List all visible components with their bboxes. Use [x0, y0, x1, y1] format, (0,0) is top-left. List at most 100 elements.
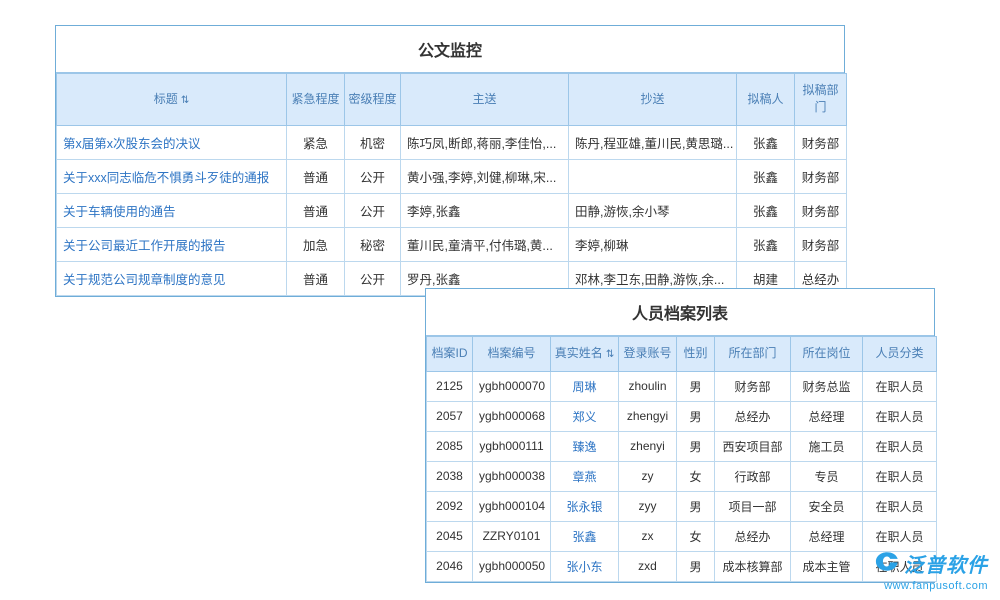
personnel-table-body: 2125ygbh000070周琳zhoulin男财务部财务总监在职人员2057y… [427, 371, 937, 581]
cell: 在职人员 [863, 521, 937, 551]
column-header-1[interactable]: 标题⇅ [57, 74, 287, 126]
cell: 行政部 [715, 461, 791, 491]
table-row[interactable]: 2092ygbh000104张永银zyy男项目一部安全员在职人员 [427, 491, 937, 521]
cell: 在职人员 [863, 401, 937, 431]
cell: 2038 [427, 461, 473, 491]
cell: ygbh000070 [473, 371, 551, 401]
doc-table-head: 标题⇅紧急程度密级程度主送抄送拟稿人拟稿部门 [57, 74, 847, 126]
fanpu-logo: 泛普软件 www.fanpusoft.com [875, 549, 988, 592]
column-header-6: 所在部门 [715, 337, 791, 372]
cell: 机密 [345, 125, 401, 159]
cell: zhoulin [619, 371, 677, 401]
person-name-link[interactable]: 张鑫 [551, 521, 619, 551]
cell: 陈丹,程亚雄,董川民,黄思璐... [569, 125, 737, 159]
table-row[interactable]: 2045ZZRY0101张鑫zx女总经办总经理在职人员 [427, 521, 937, 551]
column-header-2: 档案编号 [473, 337, 551, 372]
sort-icon[interactable]: ⇅ [606, 349, 614, 360]
column-header-4: 登录账号 [619, 337, 677, 372]
cell: 总经理 [791, 401, 863, 431]
doc-panel-title: 公文监控 [56, 26, 844, 73]
cell: 成本核算部 [715, 551, 791, 581]
doc-monitor-table: 标题⇅紧急程度密级程度主送抄送拟稿人拟稿部门 第x届第x次股东会的决议紧急机密陈… [56, 73, 847, 296]
cell: 加急 [287, 227, 345, 261]
doc-title-link[interactable]: 关于公司最近工作开展的报告 [57, 227, 287, 261]
cell: 财务部 [795, 159, 847, 193]
cell: 田静,游恢,余小琴 [569, 193, 737, 227]
column-header-7: 所在岗位 [791, 337, 863, 372]
column-header-1: 档案ID [427, 337, 473, 372]
column-header-7: 拟稿部门 [795, 74, 847, 126]
cell: 在职人员 [863, 491, 937, 521]
logo-url: www.fanpusoft.com [875, 580, 988, 592]
person-name-link[interactable]: 郑义 [551, 401, 619, 431]
table-row[interactable]: 关于车辆使用的通告普通公开李婷,张鑫田静,游恢,余小琴张鑫财务部 [57, 193, 847, 227]
cell: 公开 [345, 193, 401, 227]
cell: 2125 [427, 371, 473, 401]
doc-title-link[interactable]: 关于xxx同志临危不惧勇斗歹徒的通报 [57, 159, 287, 193]
cell: 项目一部 [715, 491, 791, 521]
table-row[interactable]: 2038ygbh000038章燕zy女行政部专员在职人员 [427, 461, 937, 491]
doc-title-link[interactable]: 关于规范公司规章制度的意见 [57, 261, 287, 295]
table-row[interactable]: 2046ygbh000050张小东zxd男成本核算部成本主管在职人员 [427, 551, 937, 581]
cell: zxd [619, 551, 677, 581]
column-header-6: 拟稿人 [737, 74, 795, 126]
doc-monitor-panel: 公文监控 标题⇅紧急程度密级程度主送抄送拟稿人拟稿部门 第x届第x次股东会的决议… [55, 25, 845, 297]
doc-title-link[interactable]: 第x届第x次股东会的决议 [57, 125, 287, 159]
table-row[interactable]: 2125ygbh000070周琳zhoulin男财务部财务总监在职人员 [427, 371, 937, 401]
cell: 普通 [287, 159, 345, 193]
cell: 普通 [287, 193, 345, 227]
cell: 紧急 [287, 125, 345, 159]
personnel-table-head: 档案ID 档案编号 真实姓名⇅ 登录账号性别 所在部门 所在岗位人员分类 [427, 337, 937, 372]
column-label: 抄送 [640, 92, 664, 106]
cell: zhenyi [619, 431, 677, 461]
person-name-link[interactable]: 臻逸 [551, 431, 619, 461]
cell: 公开 [345, 261, 401, 295]
cell: 成本主管 [791, 551, 863, 581]
column-label: 档案编号 [487, 346, 535, 360]
table-row[interactable]: 第x届第x次股东会的决议紧急机密陈巧凤,断郎,蒋丽,李佳怡,...陈丹,程亚雄,… [57, 125, 847, 159]
cell: 2046 [427, 551, 473, 581]
cell: ygbh000038 [473, 461, 551, 491]
cell: 财务部 [795, 193, 847, 227]
cell: 男 [677, 551, 715, 581]
cell: 总经理 [791, 521, 863, 551]
sort-icon[interactable]: ⇅ [181, 95, 189, 106]
column-header-4: 主送 [401, 74, 569, 126]
doc-title-link[interactable]: 关于车辆使用的通告 [57, 193, 287, 227]
person-name-link[interactable]: 章燕 [551, 461, 619, 491]
cell: zx [619, 521, 677, 551]
person-name-link[interactable]: 张小东 [551, 551, 619, 581]
column-label: 登录账号 [623, 346, 671, 360]
cell: 专员 [791, 461, 863, 491]
cell: 在职人员 [863, 461, 937, 491]
header-row: 标题⇅紧急程度密级程度主送抄送拟稿人拟稿部门 [57, 74, 847, 126]
column-label: 紧急程度 [291, 92, 339, 106]
table-row[interactable]: 2085ygbh000111臻逸zhenyi男西安项目部施工员在职人员 [427, 431, 937, 461]
table-row[interactable]: 2057ygbh000068郑义zhengyi男总经办总经理在职人员 [427, 401, 937, 431]
cell: 2045 [427, 521, 473, 551]
cell: 2085 [427, 431, 473, 461]
logo-icon [875, 551, 899, 577]
cell: 张鑫 [737, 193, 795, 227]
cell: ygbh000068 [473, 401, 551, 431]
personnel-archive-panel: 人员档案列表 档案ID 档案编号 真实姓名⇅ 登录账号性别 所在部门 所在岗位人员分类 2… [425, 288, 935, 583]
column-header-2: 紧急程度 [287, 74, 345, 126]
cell: ZZRY0101 [473, 521, 551, 551]
person-name-link[interactable]: 周琳 [551, 371, 619, 401]
column-label: 真实姓名 [555, 346, 603, 360]
table-row[interactable]: 关于xxx同志临危不惧勇斗歹徒的通报普通公开黄小强,李婷,刘健,柳琳,宋...张… [57, 159, 847, 193]
person-name-link[interactable]: 张永银 [551, 491, 619, 521]
table-row[interactable]: 关于公司最近工作开展的报告加急秘密董川民,童清平,付伟璐,黄...李婷,柳琳张鑫… [57, 227, 847, 261]
column-label: 性别 [683, 346, 707, 360]
cell: 李婷,柳琳 [569, 227, 737, 261]
cell: 总经办 [715, 401, 791, 431]
column-header-3[interactable]: 真实姓名⇅ [551, 337, 619, 372]
column-label: 人员分类 [875, 346, 923, 360]
header-row: 档案ID 档案编号 真实姓名⇅ 登录账号性别 所在部门 所在岗位人员分类 [427, 337, 937, 372]
cell: 总经办 [715, 521, 791, 551]
logo-text: 泛普软件 [904, 549, 988, 578]
personnel-panel-title: 人员档案列表 [426, 289, 934, 336]
cell: 施工员 [791, 431, 863, 461]
doc-table-body: 第x届第x次股东会的决议紧急机密陈巧凤,断郎,蒋丽,李佳怡,...陈丹,程亚雄,… [57, 125, 847, 295]
column-label: 所在部门 [728, 346, 776, 360]
